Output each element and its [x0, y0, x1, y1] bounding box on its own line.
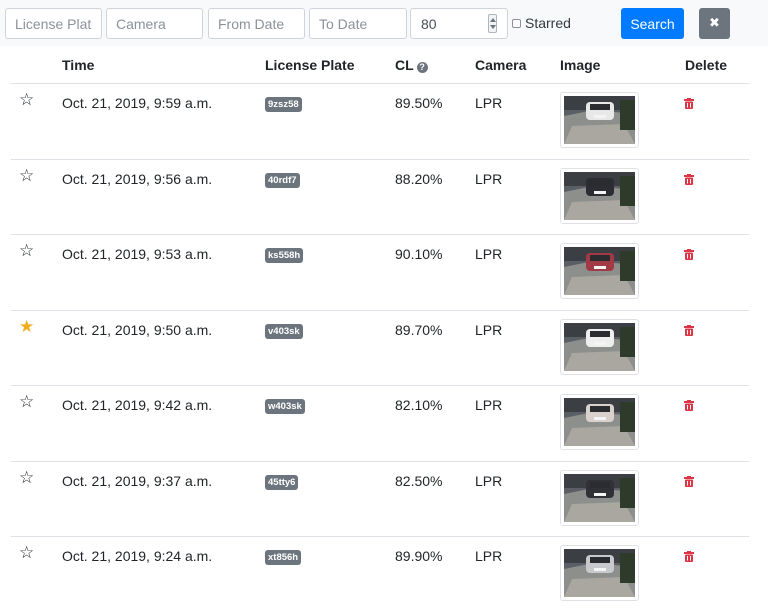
confidence-stepper[interactable]	[410, 8, 508, 39]
header-cl: CL?	[395, 57, 428, 73]
trash-icon-graphic	[684, 98, 694, 109]
row-camera: LPR	[475, 246, 503, 262]
row-camera: LPR	[475, 397, 503, 413]
question-circle-icon[interactable]: ?	[416, 62, 428, 73]
star-outline-icon[interactable]: ☆	[19, 394, 34, 411]
trash-icon[interactable]	[684, 549, 694, 565]
star-outline-icon[interactable]: ☆	[19, 92, 34, 109]
trash-icon-graphic	[684, 173, 694, 185]
trash-icon[interactable]	[684, 172, 694, 188]
row-time: Oct. 21, 2019, 9:24 a.m.	[62, 548, 213, 564]
row-time: Oct. 21, 2019, 9:59 a.m.	[62, 95, 213, 111]
row-camera: LPR	[475, 170, 503, 187]
capture-thumbnail[interactable]	[560, 318, 639, 375]
row-camera: LPR	[475, 95, 503, 111]
stepper-up-icon[interactable]	[490, 18, 496, 22]
trash-icon[interactable]	[684, 247, 694, 263]
license-plate-input[interactable]	[5, 8, 102, 39]
capture-thumbnail[interactable]	[560, 243, 639, 299]
plate-badge: v403sk	[265, 323, 303, 339]
results-table: Time License Plate CL? Camera Image Dele…	[11, 46, 749, 608]
star-outline-icon[interactable]: ☆	[19, 469, 34, 487]
row-time: Oct. 21, 2019, 9:56 a.m.	[62, 170, 213, 187]
row-time: Oct. 21, 2019, 9:42 a.m.	[62, 397, 213, 413]
row-time: Oct. 21, 2019, 9:37 a.m.	[62, 472, 213, 489]
row-camera: LPR	[475, 472, 503, 489]
confidence-input[interactable]	[411, 9, 481, 38]
row-camera: LPR	[475, 548, 503, 564]
starred-checkbox[interactable]	[512, 18, 521, 28]
stepper-down-icon[interactable]	[490, 25, 496, 29]
row-confidence: 89.90%	[395, 548, 443, 564]
header-delete: Delete	[685, 57, 728, 73]
row-confidence: 89.70%	[395, 321, 443, 338]
table-row: ★ Oct. 21, 2019, 9:50 a.m. v403sk 89.70% LPR	[11, 311, 749, 386]
header-camera: Camera	[475, 57, 527, 73]
row-confidence: 89.50%	[395, 95, 443, 111]
star-outline-icon[interactable]: ☆	[19, 167, 34, 185]
clear-button[interactable]: ✖	[699, 8, 730, 39]
car-photo	[564, 322, 635, 371]
capture-thumbnail[interactable]	[560, 394, 639, 450]
header-cl-label: CL	[395, 57, 414, 73]
camera-input[interactable]	[106, 8, 203, 39]
table-row: ☆ Oct. 21, 2019, 9:42 a.m. w403sk 82.10% LPR	[11, 386, 749, 462]
stepper-arrows[interactable]	[488, 14, 497, 33]
star-outline-icon[interactable]: ☆	[19, 243, 34, 260]
table-row: ☆ Oct. 21, 2019, 9:53 a.m. ks558h 90.10% LPR	[11, 235, 749, 311]
capture-thumbnail[interactable]	[560, 545, 639, 601]
car-photo	[564, 549, 635, 597]
plate-badge: 9zsz58	[265, 97, 302, 112]
table-row: ☆ Oct. 21, 2019, 9:56 a.m. 40rdf7 88.20% LPR	[11, 160, 749, 235]
row-camera: LPR	[475, 321, 503, 338]
x-icon: ✖	[709, 16, 720, 31]
header-license-plate: License Plate	[265, 57, 355, 73]
plate-badge: 45tty6	[265, 474, 299, 490]
plate-badge: ks558h	[265, 248, 304, 263]
row-confidence: 90.10%	[395, 246, 443, 262]
trash-icon-graphic	[684, 400, 694, 411]
header-time: Time	[62, 57, 95, 73]
table-row: ☆ Oct. 21, 2019, 9:59 a.m. 9zsz58 89.50% LPR	[11, 84, 749, 160]
star-outline-icon[interactable]: ☆	[19, 545, 34, 562]
starred-filter[interactable]: Starred	[512, 15, 571, 31]
plate-badge: w403sk	[265, 399, 305, 414]
trash-icon-graphic	[684, 249, 694, 260]
header-image: Image	[560, 57, 601, 73]
car-photo	[564, 473, 635, 522]
capture-thumbnail[interactable]	[560, 92, 639, 148]
capture-thumbnail[interactable]	[560, 167, 639, 224]
trash-icon[interactable]	[684, 323, 694, 339]
plate-badge: 40rdf7	[265, 172, 300, 188]
trash-icon[interactable]	[684, 398, 694, 414]
filter-bar: Starred Search ✖	[0, 0, 768, 46]
search-button[interactable]: Search	[621, 8, 684, 39]
row-confidence: 82.50%	[395, 472, 443, 489]
row-confidence: 88.20%	[395, 170, 443, 187]
trash-icon[interactable]	[684, 96, 694, 112]
row-time: Oct. 21, 2019, 9:50 a.m.	[62, 321, 213, 338]
trash-icon-graphic	[684, 475, 694, 487]
capture-thumbnail[interactable]	[560, 469, 639, 526]
row-time: Oct. 21, 2019, 9:53 a.m.	[62, 246, 213, 262]
star-filled-icon[interactable]: ★	[19, 318, 34, 336]
to-date-input[interactable]	[309, 8, 407, 39]
car-photo	[564, 96, 635, 144]
table-body: ☆ Oct. 21, 2019, 9:59 a.m. 9zsz58 89.50% LPR…	[11, 84, 749, 608]
table-row: ☆ Oct. 21, 2019, 9:24 a.m. xt856h 89.90% LPR	[11, 537, 749, 608]
car-photo	[564, 398, 635, 446]
trash-icon-graphic	[684, 551, 694, 562]
from-date-input[interactable]	[208, 8, 305, 39]
row-confidence: 82.10%	[395, 397, 443, 413]
starred-label: Starred	[525, 15, 571, 31]
car-photo	[564, 171, 635, 220]
table-header: Time License Plate CL? Camera Image Dele…	[11, 46, 749, 84]
trash-icon-graphic	[684, 324, 694, 336]
trash-icon[interactable]	[684, 474, 694, 490]
table-row: ☆ Oct. 21, 2019, 9:37 a.m. 45tty6 82.50% LPR	[11, 462, 749, 537]
plate-badge: xt856h	[265, 550, 302, 565]
car-photo	[564, 247, 635, 295]
